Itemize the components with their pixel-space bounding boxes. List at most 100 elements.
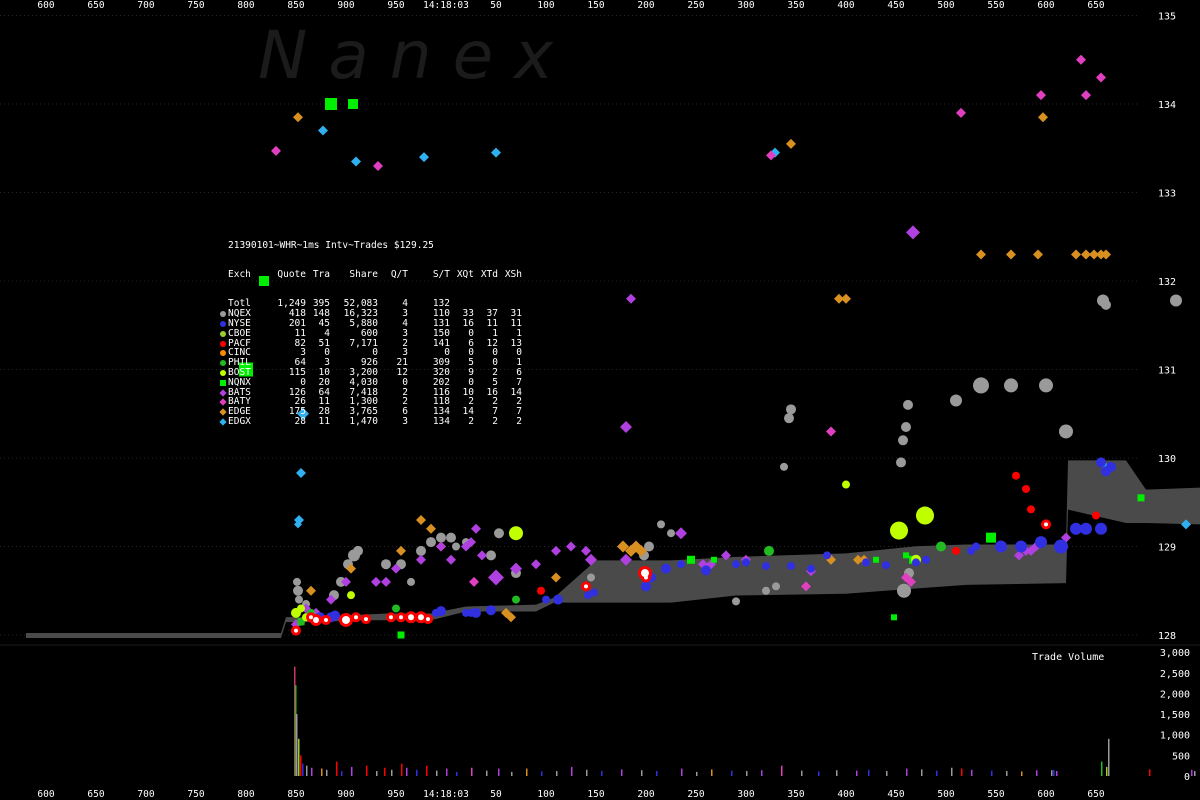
point-nyse-22 — [807, 564, 815, 573]
point-bats-16 — [551, 545, 561, 556]
x-tick-1-19: 550 — [987, 789, 1004, 800]
point-bats-25 — [675, 527, 687, 540]
legend-marker — [218, 329, 228, 339]
volume-bar-41 — [746, 771, 748, 776]
volume-bar-27 — [511, 771, 513, 776]
x-tick-0-18: 500 — [937, 0, 954, 11]
point-nyse-33 — [1054, 539, 1068, 554]
point-edgx-5 — [351, 156, 361, 167]
point-bats-31 — [906, 225, 920, 240]
price-tick-5: 133 — [1158, 189, 1176, 200]
point-edge-4 — [416, 514, 426, 525]
stats-cell-quote: 28 — [294, 415, 306, 427]
price-tick-0: 128 — [1158, 631, 1176, 642]
point-nqex-11 — [407, 577, 415, 586]
point-baty-2 — [469, 576, 479, 587]
point-nqex-38 — [950, 394, 962, 407]
point-nqnx-3 — [348, 99, 358, 109]
volume-tick-5: 2,500 — [1160, 669, 1190, 680]
point-nqex-28 — [772, 582, 780, 591]
point-baty-8 — [1076, 54, 1086, 65]
point-nqex-39 — [973, 377, 989, 394]
x-tick-0-10: 100 — [537, 0, 554, 11]
volume-bar-52 — [936, 770, 938, 776]
stats-header-0: Exch — [228, 268, 251, 280]
volume-bar-9 — [326, 769, 328, 776]
x-tick-0-11: 150 — [587, 0, 604, 11]
volume-bar-24 — [471, 767, 473, 776]
volume-tick-4: 2,000 — [1160, 689, 1190, 700]
volume-bar-36 — [656, 771, 658, 776]
volume-bar-2 — [296, 714, 298, 776]
point-nyse-23 — [823, 551, 831, 560]
volume-axis: 0 500 1,000 1,500 2,000 2,500 3,000 — [1160, 648, 1190, 783]
stats-row-pacf: PACF 82 51 7,171 2 141 6 12 13 — [218, 338, 522, 349]
stats-header-8: XSh — [504, 268, 522, 280]
trade-center-9 — [408, 614, 414, 621]
volume-bar-17 — [401, 763, 403, 776]
x-tick-1-0: 600 — [37, 789, 54, 800]
stats-header-6: XQt — [456, 268, 474, 280]
volume-bar-14 — [376, 771, 378, 776]
point-pacf-17 — [1012, 471, 1020, 480]
stats-title-text: 21390101~WHR~1ms Intv~Trades $129.25 — [228, 239, 434, 251]
volume-bar-12 — [351, 766, 353, 776]
volume-tick-3: 1,500 — [1160, 710, 1190, 721]
point-nqex-19 — [494, 528, 504, 539]
x-tick-0-8: 14:18:03 — [423, 0, 469, 11]
x-tick-1-6: 900 — [337, 789, 354, 800]
x-tick-0-5: 850 — [287, 0, 304, 11]
trade-center-2 — [313, 616, 319, 623]
point-nqnx-5 — [397, 631, 405, 639]
volume-bar-15 — [384, 767, 386, 776]
x-tick-1-15: 350 — [787, 789, 804, 800]
price-axis: 128 129 130 131 132 133 134 135 — [1158, 12, 1176, 643]
point-nyse-24 — [862, 558, 870, 567]
stats-header-4: Q/T — [390, 268, 408, 280]
volume-bar-67 — [1191, 769, 1193, 776]
volume-bar-53 — [951, 767, 953, 776]
x-tick-0-21: 650 — [1087, 0, 1104, 11]
x-tick-1-11: 150 — [587, 789, 604, 800]
point-nqex-9 — [381, 559, 391, 570]
point-nqnx-2 — [325, 98, 337, 110]
volume-bar-32 — [586, 769, 588, 776]
volume-bar-7 — [311, 767, 313, 776]
point-nqex-44 — [1101, 299, 1111, 310]
point-nqex-16 — [452, 542, 460, 551]
x-tick-0-6: 900 — [337, 0, 354, 11]
volume-bar-49 — [886, 771, 888, 776]
point-nyse-30 — [995, 540, 1007, 553]
point-pacf-18 — [1022, 484, 1030, 493]
volume-bar-43 — [781, 765, 783, 776]
volume-bar-13 — [366, 765, 368, 776]
price-tick-3: 131 — [1158, 366, 1176, 377]
point-baty-10 — [1096, 72, 1106, 83]
volume-bar-50 — [906, 768, 908, 776]
volume-bar-65 — [1108, 738, 1110, 776]
volume-bar-19 — [416, 769, 418, 776]
point-bats-6 — [381, 576, 391, 587]
volume-bar-30 — [556, 771, 558, 776]
legend-marker — [218, 319, 228, 329]
point-nqnx-9 — [873, 556, 879, 563]
market-chart: N a n e x 600 650 700 750 800 850 900 950 14:18:… — [0, 0, 1200, 800]
point-nyse-12 — [590, 588, 598, 597]
point-nyse-32 — [1035, 536, 1047, 549]
point-nqex-24 — [657, 520, 665, 529]
point-baty-7 — [1036, 90, 1046, 101]
point-edge-9 — [551, 572, 561, 583]
point-nyse-21 — [787, 561, 795, 570]
point-nyse-37 — [1096, 457, 1106, 468]
x-axis-bottom: 600 650 700 750 800 850 900 950 14:18:03 50 100 150… — [37, 789, 1104, 800]
x-tick-0-1: 650 — [87, 0, 104, 11]
point-bats-14 — [477, 550, 487, 561]
point-bats-15 — [531, 559, 541, 570]
stats-cell-st: 134 — [432, 415, 450, 427]
volume-bar-21 — [436, 770, 438, 776]
legend-marker — [218, 407, 228, 417]
legend-marker — [218, 358, 228, 368]
trade-center-13 — [584, 584, 588, 589]
x-tick-0-20: 600 — [1037, 0, 1054, 11]
point-phil-3 — [512, 595, 520, 604]
